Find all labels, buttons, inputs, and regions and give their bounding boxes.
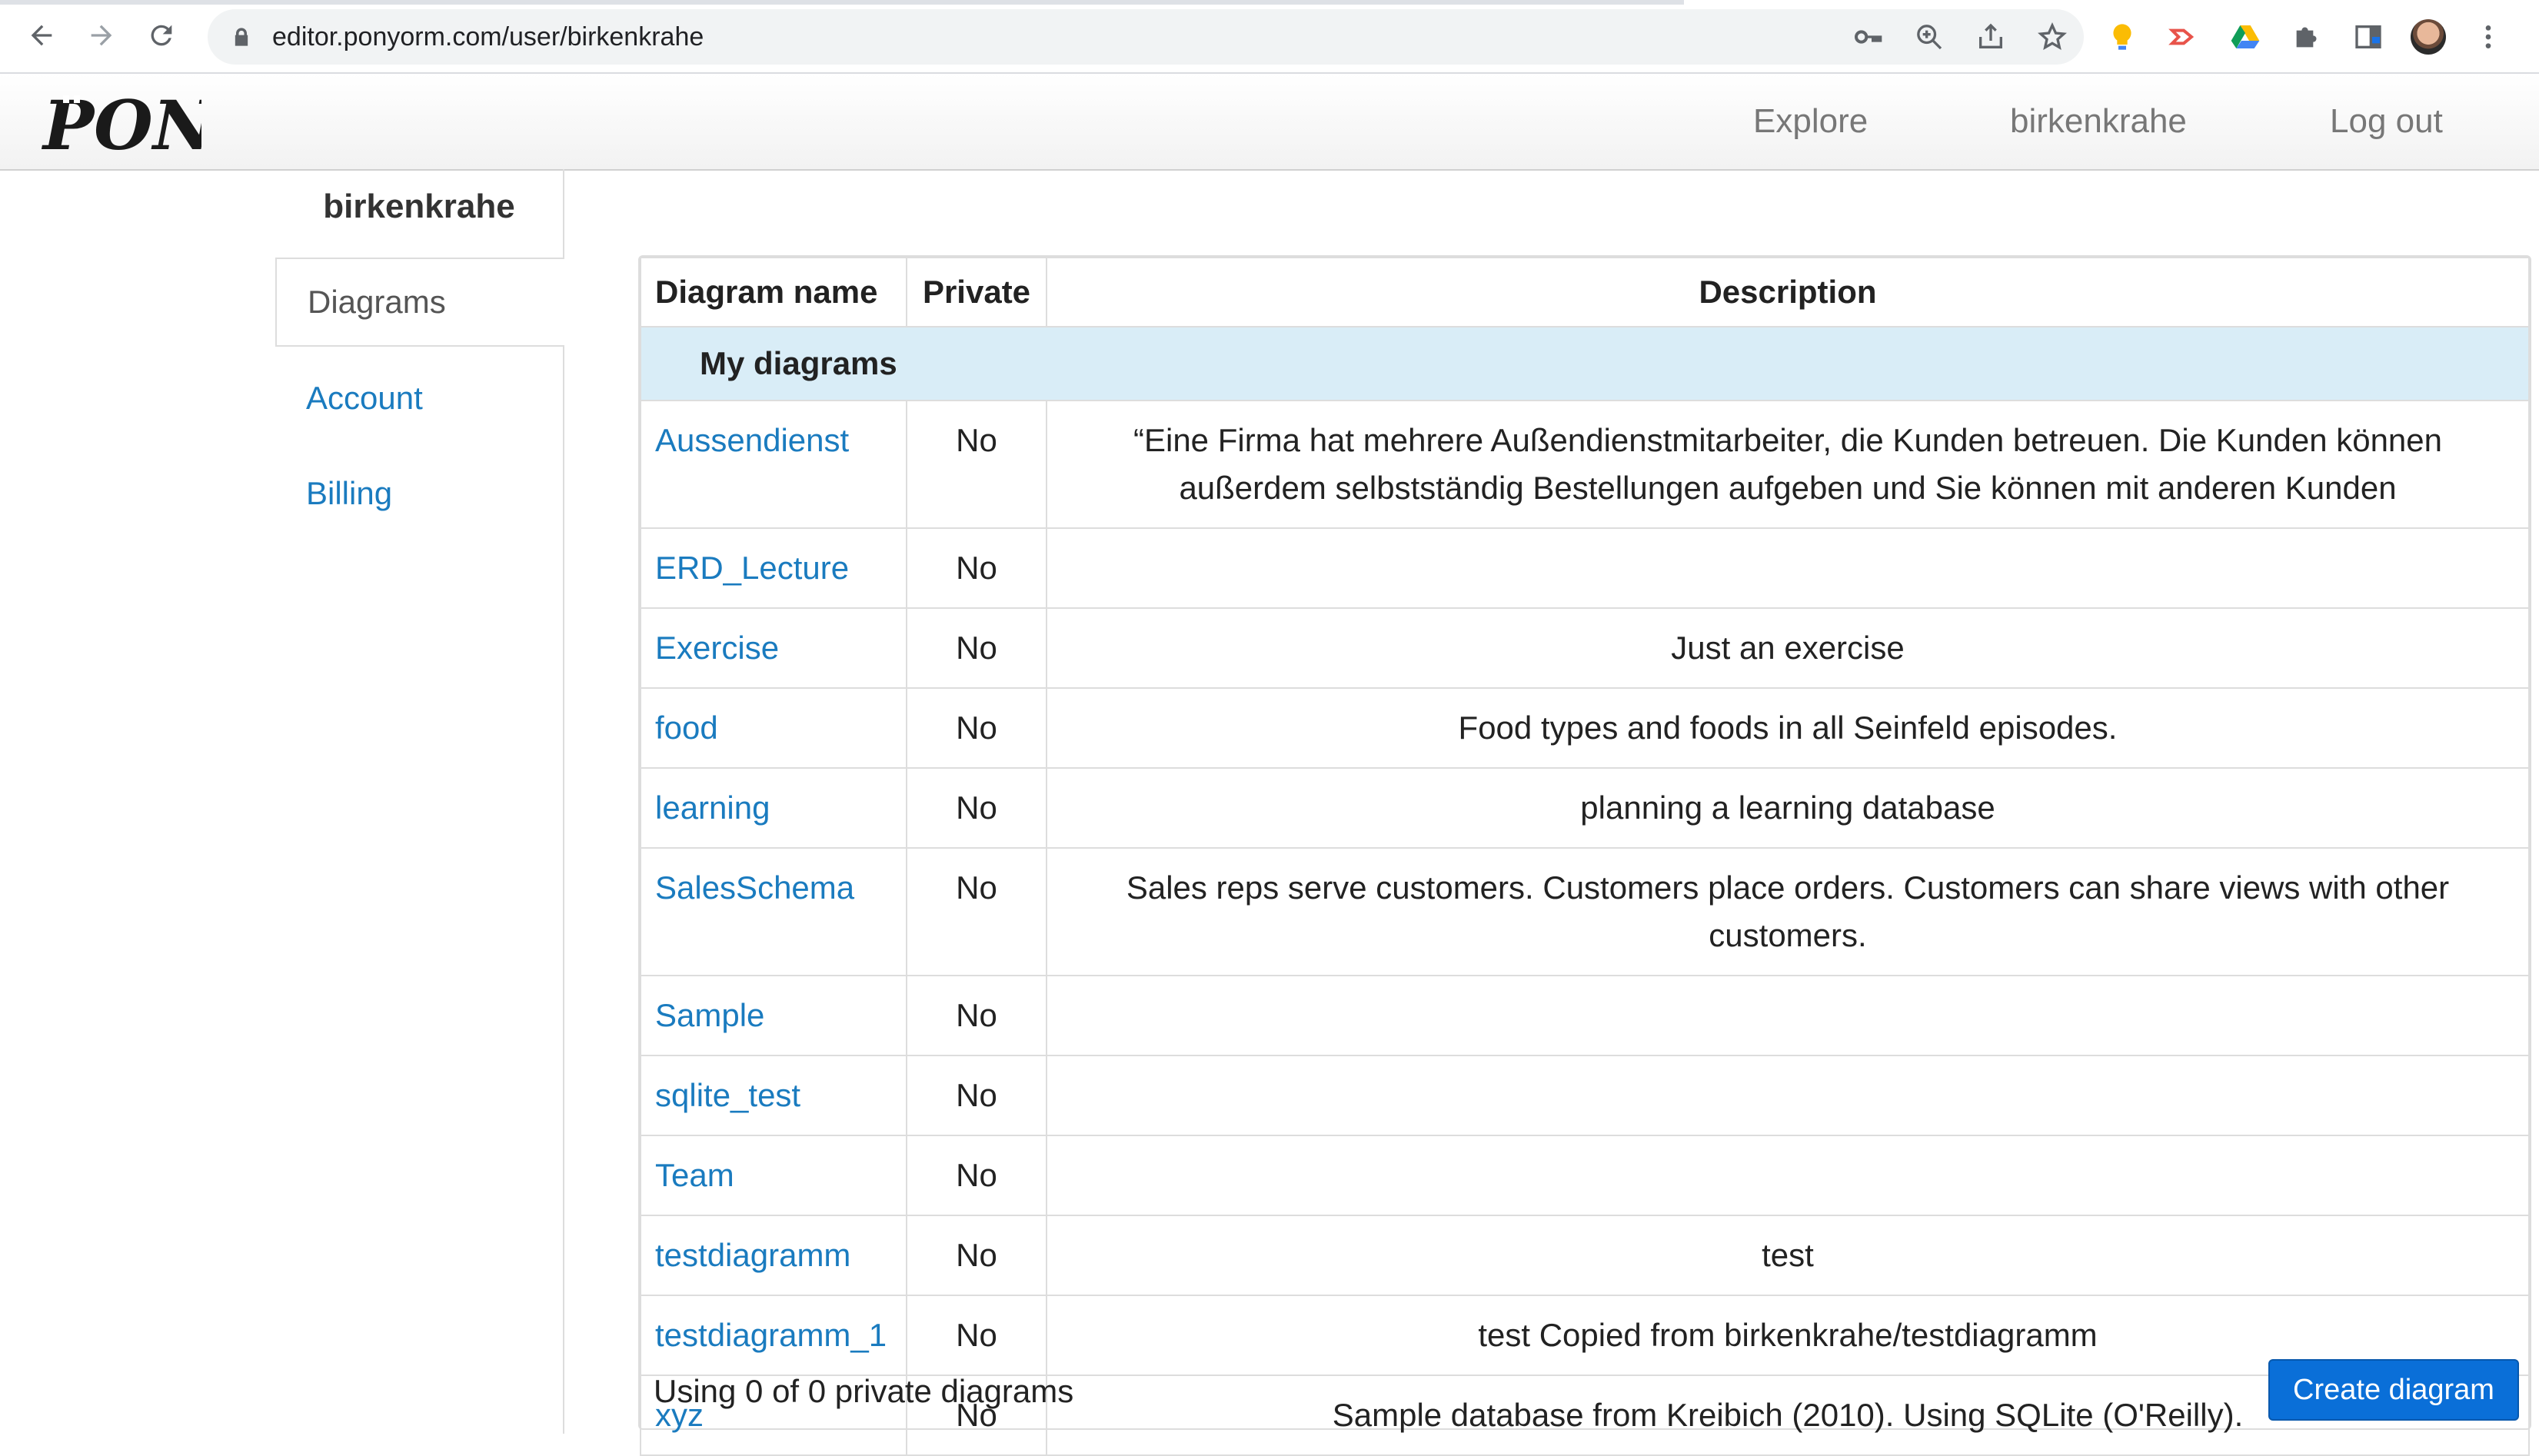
puzzle-icon[interactable]: [2288, 18, 2326, 56]
diagram-link[interactable]: SalesSchema: [655, 869, 854, 906]
nav-logout[interactable]: Log out: [2330, 74, 2443, 169]
back-icon[interactable]: [20, 14, 63, 57]
zoom-icon[interactable]: [1910, 18, 1948, 56]
description-cell: [1046, 975, 2530, 1056]
table-row: Exercise No Just an exercise: [640, 607, 2530, 689]
diagram-link[interactable]: ERD_Lecture: [655, 550, 849, 586]
nav-explore[interactable]: Explore: [1753, 74, 1868, 169]
address-bar[interactable]: editor.ponyorm.com/user/birkenkrahe: [208, 9, 2084, 65]
diagram-link[interactable]: sqlite_test: [655, 1077, 800, 1113]
description-cell: Food types and foods in all Seinfeld epi…: [1046, 687, 2530, 769]
private-cell: No: [906, 687, 1047, 769]
diagrams-table: Diagram name Private Description My diag…: [640, 257, 2530, 1456]
create-diagram-button[interactable]: Create diagram: [2268, 1359, 2519, 1421]
private-cell: No: [906, 400, 1047, 529]
description-cell: test: [1046, 1215, 2530, 1296]
star-icon[interactable]: [2033, 18, 2071, 56]
private-cell: No: [906, 975, 1047, 1056]
table-row: sqlite_test No: [640, 1055, 2530, 1136]
profile-avatar[interactable]: [2411, 19, 2446, 55]
key-icon[interactable]: [1849, 18, 1887, 56]
private-cell: No: [906, 1135, 1047, 1216]
description-cell: Just an exercise: [1046, 607, 2530, 689]
column-header-description: Description: [1046, 257, 2530, 327]
menu-icon[interactable]: [2469, 18, 2507, 56]
nav-user[interactable]: birkenkrahe: [2010, 74, 2187, 169]
diagrams-panel: Diagram name Private Description My diag…: [638, 255, 2531, 1456]
group-row: My diagrams: [640, 326, 2530, 401]
column-header-name: Diagram name: [640, 257, 907, 327]
description-cell: “Eine Firma hat mehrere Außendienstmitar…: [1046, 400, 2530, 529]
diagram-link[interactable]: Sample: [655, 997, 764, 1033]
table-row: Team No: [640, 1135, 2530, 1216]
private-cell: No: [906, 1295, 1047, 1376]
table-row: testdiagramm No test: [640, 1215, 2530, 1296]
lightbulb-icon[interactable]: [2103, 18, 2141, 56]
table-row: testdiagramm_1 No test Copied from birke…: [640, 1295, 2530, 1376]
arrow-extension-icon[interactable]: [2165, 18, 2203, 56]
diagram-link[interactable]: Team: [655, 1157, 734, 1193]
private-cell: No: [906, 607, 1047, 689]
description-cell: planning a learning database: [1046, 767, 2530, 849]
description-cell: Sales reps serve customers. Customers pl…: [1046, 847, 2530, 976]
diagram-link[interactable]: Aussendienst: [655, 422, 849, 458]
diagram-link[interactable]: food: [655, 710, 718, 746]
table-row: ERD_Lecture No: [640, 527, 2530, 609]
column-header-private: Private: [906, 257, 1047, 327]
group-label: My diagrams: [640, 326, 2530, 401]
private-cell: No: [906, 1055, 1047, 1136]
browser-toolbar: editor.ponyorm.com/user/birkenkrahe: [0, 0, 2539, 74]
share-icon[interactable]: [1972, 18, 2010, 56]
description-cell: [1046, 1135, 2530, 1216]
table-header-row: Diagram name Private Description: [640, 257, 2530, 327]
sidebar-divider: [563, 169, 564, 1434]
sidebar-item-diagrams[interactable]: Diagrams: [275, 258, 564, 347]
table-row: food No Food types and foods in all Sein…: [640, 687, 2530, 769]
sidepanel-icon[interactable]: [2349, 18, 2388, 56]
reload-icon[interactable]: [140, 14, 183, 57]
usage-text: Using 0 of 0 private diagrams: [654, 1373, 1074, 1409]
forward-icon[interactable]: [80, 14, 123, 57]
table-row: SalesSchema No Sales reps serve customer…: [640, 847, 2530, 976]
pony-logo[interactable]: PONY: [40, 78, 201, 163]
table-row: Aussendienst No “Eine Firma hat mehrere …: [640, 400, 2530, 529]
private-cell: No: [906, 527, 1047, 609]
table-row: learning No planning a learning database: [640, 767, 2530, 849]
diagram-link[interactable]: testdiagramm: [655, 1237, 850, 1273]
private-cell: No: [906, 847, 1047, 976]
sidebar-item-account[interactable]: Account: [306, 380, 423, 417]
sidebar-username: birkenkrahe: [323, 188, 515, 225]
private-cell: No: [906, 1215, 1047, 1296]
diagram-link[interactable]: testdiagramm_1: [655, 1317, 887, 1353]
private-cell: No: [906, 767, 1047, 849]
description-cell: [1046, 527, 2530, 609]
url-text[interactable]: editor.ponyorm.com/user/birkenkrahe: [272, 9, 704, 65]
table-row: Sample No: [640, 975, 2530, 1056]
app-header: PONY Explore birkenkrahe Log out: [0, 74, 2539, 171]
tab-strip: [0, 0, 1684, 5]
sidebar-item-billing[interactable]: Billing: [306, 475, 392, 512]
description-cell: [1046, 1055, 2530, 1136]
lock-icon[interactable]: [231, 26, 252, 48]
diagram-link[interactable]: learning: [655, 789, 770, 826]
diagram-link[interactable]: Exercise: [655, 630, 779, 666]
drive-icon[interactable]: [2226, 18, 2264, 56]
